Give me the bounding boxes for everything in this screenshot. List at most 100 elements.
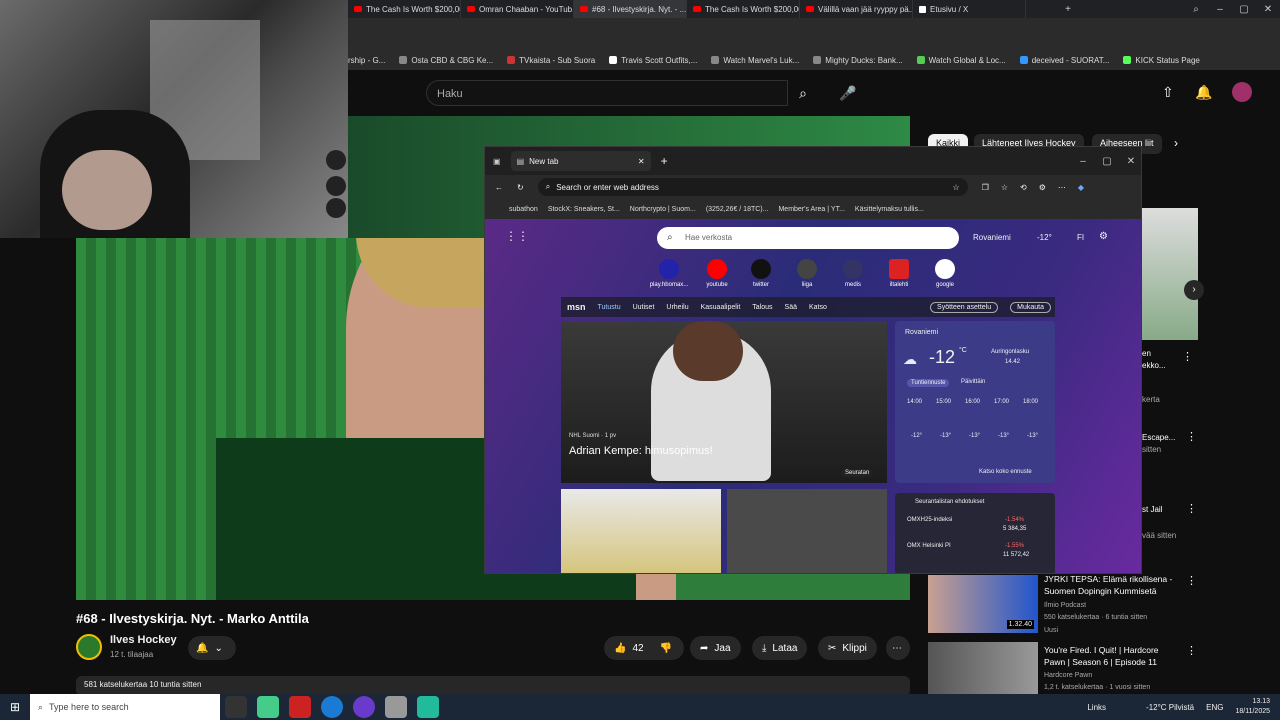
bookmark-item[interactable]: deceived - SUORAT... [1019, 56, 1109, 65]
newtab-search-input[interactable]: Hae verkosta [657, 227, 959, 249]
newtab-tab[interactable]: ▤ New tab ✕ [510, 151, 651, 171]
rec-title[interactable]: Escape... [1142, 432, 1175, 444]
new-tab-icon[interactable]: + [1056, 4, 1080, 15]
chevron-right-icon[interactable]: › [1174, 136, 1178, 150]
search-input[interactable]: Haku [426, 80, 788, 106]
favorites-icon[interactable]: ☆ [1001, 183, 1008, 192]
apps-grid-icon[interactable]: ⋮⋮ [505, 229, 529, 243]
headline-title[interactable]: Adrian Kempe: himusopimus! [569, 445, 713, 457]
like-count[interactable]: 42 [632, 643, 643, 654]
favorite-icon[interactable]: ☆ [953, 183, 960, 192]
msn-tab[interactable]: Tutustu [598, 304, 621, 311]
full-forecast-link[interactable]: Katso koko ennuste [979, 469, 1032, 475]
browser-address-bar[interactable] [348, 18, 1280, 50]
bookmark-item[interactable]: Member's Area | YT... [778, 206, 844, 213]
bookmark-item[interactable]: Käsittelymaksu tullis... [855, 206, 924, 213]
close-icon[interactable]: ✕ [1119, 156, 1141, 167]
quicklink[interactable]: google [925, 259, 965, 288]
rec-thumbnail[interactable] [928, 642, 1038, 694]
voice-search-button[interactable]: 🎤 [834, 80, 862, 106]
quicklink[interactable]: youtube [697, 259, 737, 288]
weather-top[interactable]: Rovaniemi [973, 233, 1011, 242]
tab-actions-icon[interactable]: ▣ [493, 157, 501, 166]
rec-title[interactable]: JYRKI TEPSA: Elämä rikollisena - Suomen … [1044, 573, 1180, 597]
headline-card[interactable]: NHL Suomi · 1 pv Adrian Kempe: himusopim… [561, 321, 887, 483]
clock[interactable]: 13.13 18/11/2025 [1235, 697, 1270, 717]
watchlist-card[interactable]: Seurantalistan ehdotukset OMXH25-indeksi… [895, 493, 1055, 573]
new-tab-icon[interactable]: + [661, 154, 668, 168]
msn-tab[interactable]: Urheilu [666, 304, 688, 311]
app-icon[interactable] [257, 696, 279, 718]
bookmark-item[interactable]: Watch Marvel's Luk... [711, 56, 799, 65]
more-icon[interactable]: ⋮ [1186, 574, 1197, 587]
browser-tab[interactable]: Etusivu / X [913, 0, 1026, 18]
temp-top[interactable]: -12° [1037, 233, 1052, 242]
feed-card-hockey[interactable] [561, 489, 721, 573]
dislike-icon[interactable]: 👎 [660, 643, 672, 654]
search-button[interactable]: ⌕ [788, 80, 818, 106]
links-toolbar[interactable]: Links [1087, 703, 1106, 712]
bookmark-item[interactable]: Northcrypto | Suom... [630, 206, 696, 213]
more-icon[interactable]: ⋯ [1058, 183, 1066, 192]
msn-tab[interactable]: Katso [809, 304, 827, 311]
hourly-tab[interactable]: Tuntiennuste [907, 379, 950, 387]
minimize-icon[interactable]: – [1208, 4, 1232, 15]
bookmark-item[interactable]: Watch Global & Loc... [916, 56, 1006, 65]
search-tabs-icon[interactable]: ⌕ [1184, 4, 1208, 15]
more-icon[interactable]: ⋮ [1186, 644, 1197, 657]
quicklink[interactable]: play.hbomax... [649, 259, 689, 288]
daily-tab[interactable]: Päivittäin [961, 379, 985, 385]
channel-avatar[interactable] [76, 634, 102, 660]
copilot-icon[interactable]: ◆ [1078, 183, 1084, 192]
browser-tab-active[interactable]: #68 - Ilvestyskirja. Nyt. - ... [574, 0, 687, 18]
clip-button[interactable]: ✂ Klippi [818, 636, 877, 660]
feed-card-empty[interactable] [727, 489, 887, 573]
task-view-icon[interactable] [225, 696, 247, 718]
msn-tab[interactable]: Talous [752, 304, 772, 311]
back-icon[interactable]: ← [495, 183, 503, 192]
windows-start-icon[interactable]: ⊞ [5, 696, 25, 718]
app-icon[interactable] [385, 696, 407, 718]
msn-tab[interactable]: Kasuaalipelit [701, 304, 741, 311]
rec-title[interactable]: st Jail [1142, 504, 1162, 516]
language-selector[interactable]: FI [1077, 233, 1084, 242]
subscribe-bell-button[interactable]: 🔔 ⌄ [188, 636, 236, 660]
feed-layout-button[interactable]: Syötteen asettelu [930, 301, 999, 313]
app-icon[interactable] [353, 696, 375, 718]
share-button[interactable]: ➦ Jaa [690, 636, 741, 660]
weather-widget[interactable]: -12°C Pilvistä [1146, 703, 1194, 712]
refresh-icon[interactable]: ↻ [517, 183, 524, 192]
maximize-icon[interactable]: ▢ [1095, 156, 1119, 167]
more-icon[interactable]: ⋮ [1182, 350, 1193, 363]
bookmark-item[interactable]: subathon [509, 206, 538, 213]
quicklink[interactable]: medis [833, 259, 873, 288]
taskbar-search-input[interactable]: ⌕ Type here to search [30, 694, 220, 720]
browser-tab[interactable]: The Cash Is Worth $200,00... [348, 0, 461, 18]
bookmark-item[interactable]: (3252,26€ / 18TC)... [706, 206, 769, 213]
language-indicator[interactable]: ENG [1206, 703, 1223, 712]
rec-title[interactable]: en ekko... [1142, 348, 1182, 372]
close-icon[interactable]: ✕ [1256, 4, 1280, 15]
rec-thumbnail[interactable] [1142, 208, 1198, 340]
settings-icon[interactable]: ⚙ [1099, 231, 1108, 242]
chevron-right-icon[interactable]: › [1184, 280, 1204, 300]
address-input[interactable]: ⌕ Search or enter web address ☆ [537, 178, 968, 196]
bookmark-item[interactable]: Osta CBD & CBG Ke... [399, 56, 493, 65]
bookmark-item[interactable]: Travis Scott Outfits,... [609, 56, 697, 65]
quicklink[interactable]: twitter [741, 259, 781, 288]
upload-icon[interactable]: ⇧ [1162, 84, 1174, 101]
avatar[interactable] [1232, 82, 1252, 102]
download-button[interactable]: ⤓ Lataa [752, 636, 808, 660]
rec-title[interactable]: You're Fired. I Quit! | Hardcore Pawn | … [1044, 644, 1180, 668]
opera-icon[interactable] [289, 696, 311, 718]
video-description[interactable]: 581 katselukertaa 10 tuntia sitten [76, 676, 910, 696]
maximize-icon[interactable]: ▢ [1232, 4, 1256, 15]
weather-card[interactable]: Rovaniemi ☁ -12 °C Auringonlasku 14.42 T… [895, 321, 1055, 483]
more-icon[interactable]: ⋮ [1186, 430, 1197, 443]
quicklink[interactable]: iltalehti [879, 259, 919, 288]
bookmark-item[interactable]: TVkaista - Sub Suora [507, 56, 595, 65]
collections-icon[interactable]: ❐ [982, 183, 989, 192]
like-icon[interactable]: 👍 [614, 643, 626, 654]
msn-tab[interactable]: Uutiset [633, 304, 655, 311]
more-icon[interactable]: ⋮ [1186, 502, 1197, 515]
